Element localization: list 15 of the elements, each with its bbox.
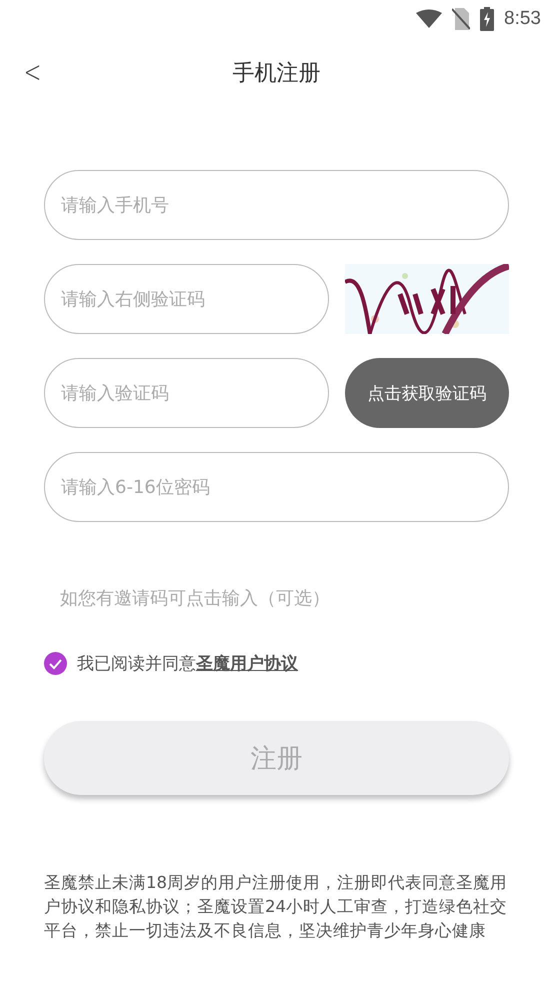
page-title: 手机注册 <box>232 60 320 88</box>
input-field[interactable]: 请输入手机号 <box>44 170 509 240</box>
user-agreement-link[interactable]: 圣魔用户协议 <box>196 654 298 674</box>
wifi-icon <box>416 9 442 29</box>
age-notice: 圣魔禁止未满18周岁的用户注册使用，注册即代表同意圣魔用户协议和隐私协议；圣魔设置24小时人工审查，打造绿色社交平台，禁止一切违法及不良信息，坚决维护青少年身心健康 <box>44 872 508 942</box>
get-code-button[interactable]: 点击获取验证码 <box>345 358 509 428</box>
back-button[interactable]: < <box>20 51 46 94</box>
battery-icon <box>480 7 494 31</box>
agreement-text: 我已阅读并同意圣魔用户协议 <box>77 653 298 675</box>
clock-time: 8:53 <box>504 8 541 30</box>
input-field[interactable]: 请输入右侧验证码 <box>44 264 329 334</box>
no-sim-icon <box>452 8 470 30</box>
input-field[interactable]: 请输入6-16位密码 <box>44 452 509 522</box>
checkbox[interactable] <box>44 652 67 675</box>
input-field[interactable]: 请输入验证码 <box>44 358 329 428</box>
